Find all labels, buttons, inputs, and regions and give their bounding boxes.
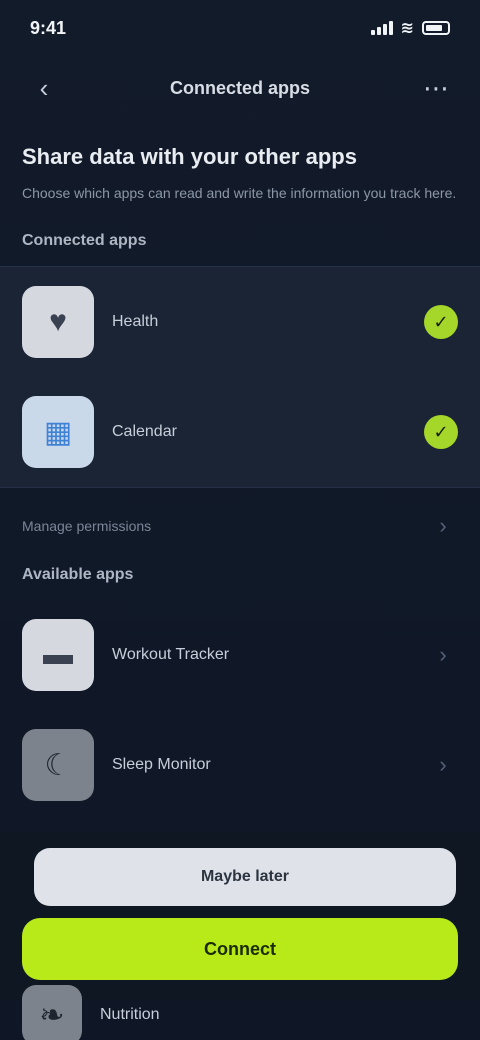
battery-icon [422,21,450,35]
more-icon: ⋯ [423,72,449,103]
wifi-icon: ≋ [400,20,414,37]
connect-button[interactable]: Connect [22,918,458,980]
signal-icon [370,21,393,35]
calendar-icon: ▦ [22,396,94,468]
nav-bar: ‹ Connected apps ⋯ [0,56,480,120]
intro-heading: Share data with your other apps [22,144,357,169]
connected-app-row[interactable]: ♥ Health ✓ [22,267,458,377]
intro-description: Choose which apps can read and write the… [22,185,457,201]
connected-check-icon: ✓ [424,415,458,449]
leaf-icon: ❧ [22,985,82,1040]
app-screen: 9:41 ≋ ‹ Connected apps ⋯ Share data wit… [0,0,480,1040]
chevron-left-icon: ‹ [39,72,49,103]
more-button[interactable]: ⋯ [416,68,456,108]
maybe-later-button[interactable]: Maybe later [34,848,456,906]
available-app-row[interactable]: ❧ Nutrition [22,985,458,1040]
heart-icon: ♥ [22,286,94,358]
moon-icon: ☾ [22,729,94,801]
main-content: Share data with your other apps Choose w… [0,130,480,820]
available-app-row[interactable]: ☾ Sleep Monitor › [22,710,458,820]
status-bar: 9:41 ≋ [0,0,480,56]
chevron-right-icon: › [439,642,447,667]
status-time: 9:41 [30,17,67,38]
available-heading: Available apps [22,566,134,583]
app-name: Nutrition [100,1006,160,1023]
app-name: Workout Tracker [112,646,230,663]
manage-permissions-row[interactable]: Manage permissions › [22,496,458,556]
connected-heading: Connected apps [22,232,147,249]
app-name: Sleep Monitor [112,756,211,773]
connected-check-icon: ✓ [424,305,458,339]
app-name: Calendar [112,423,177,440]
manage-permissions-label: Manage permissions [22,518,152,534]
chevron-right-icon: › [439,752,447,777]
app-name: Health [112,313,159,330]
connected-app-row[interactable]: ▦ Calendar ✓ [22,377,458,487]
back-button[interactable]: ‹ [24,68,64,108]
connected-apps-list: ♥ Health ✓ ▦ Calendar ✓ [0,266,480,488]
available-app-row[interactable]: ▬ Workout Tracker › [22,600,458,710]
dumbbell-icon: ▬ [22,619,94,691]
page-title: Connected apps [169,77,311,98]
chevron-right-icon: › [439,513,447,538]
status-icons: ≋ [370,18,450,38]
